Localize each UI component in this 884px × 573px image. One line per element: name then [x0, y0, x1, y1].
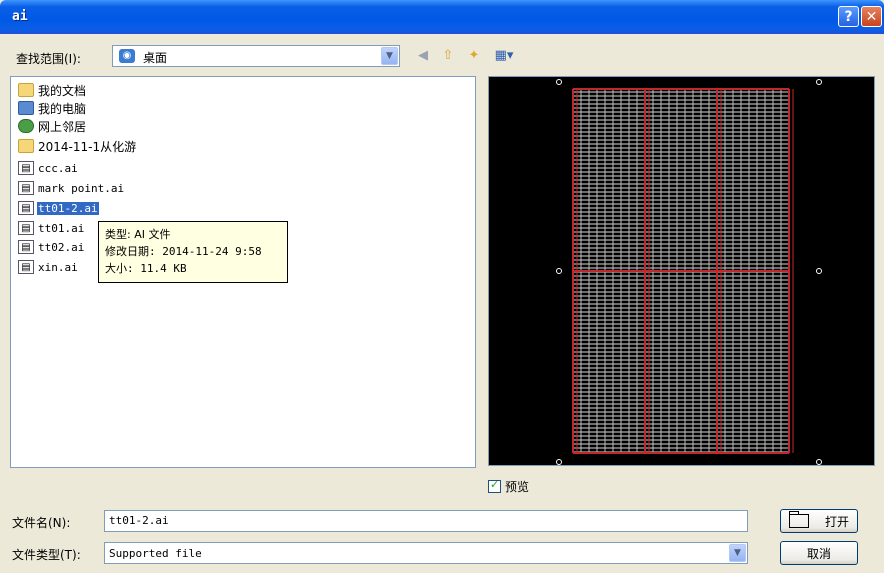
tooltip-type: 类型: AI 文件: [105, 228, 171, 241]
open-folder-icon: [788, 511, 809, 528]
help-icon[interactable]: ?: [838, 6, 859, 27]
chevron-down-icon[interactable]: ▼: [381, 47, 398, 65]
list-item-network[interactable]: 网上邻居: [18, 117, 87, 135]
folder-icon: [18, 83, 34, 97]
filename-field[interactable]: tt01-2.ai: [104, 510, 748, 532]
ai-file-icon: ▤: [18, 240, 34, 254]
ai-file-icon: ▤: [18, 201, 34, 215]
cancel-button-label: 取消: [806, 546, 831, 561]
network-icon: [18, 119, 34, 133]
open-button[interactable]: 打开: [780, 509, 858, 533]
chevron-down-icon[interactable]: ▼: [729, 544, 746, 562]
tooltip-modified: 修改日期: 2014-11-24 9:58: [105, 245, 262, 258]
list-item-label: tt01.ai: [38, 221, 85, 235]
open-button-label: 打开: [824, 514, 849, 529]
preview-image: [556, 79, 822, 465]
list-item-file-selected[interactable]: ▤ tt01-2.ai: [18, 199, 99, 217]
list-item-my-computer[interactable]: 我的电脑: [18, 99, 87, 117]
desktop-icon: ◉: [119, 49, 135, 63]
preview-checkbox[interactable]: 预览: [488, 478, 529, 495]
list-item-label: 我的文档: [38, 83, 87, 98]
look-in-dropdown[interactable]: ◉ 桌面 ▼: [112, 45, 400, 67]
close-icon[interactable]: ✕: [861, 6, 882, 27]
list-item-file[interactable]: ▤ xin.ai: [18, 258, 79, 276]
list-item-label: tt01-2.ai: [37, 201, 99, 215]
list-item-file[interactable]: ▤ mark point.ai: [18, 179, 125, 197]
checkbox-icon[interactable]: [488, 478, 501, 493]
filetype-dropdown[interactable]: Supported file ▼: [104, 542, 748, 564]
list-item-label: mark point.ai: [38, 181, 125, 195]
list-item-label: 网上邻居: [38, 119, 87, 134]
title-bar: ai ? ✕: [0, 0, 884, 34]
window-title: ai: [12, 9, 28, 24]
list-item-my-documents[interactable]: 我的文档: [18, 81, 87, 99]
list-item-folder[interactable]: 2014-11-1从化游: [18, 137, 137, 155]
ai-file-icon: ▤: [18, 221, 34, 235]
tooltip-size: 大小: 11.4 KB: [105, 262, 187, 275]
preview-label: 预览: [505, 480, 530, 494]
folder-icon: [18, 139, 34, 153]
file-info-tooltip: 类型: AI 文件 修改日期: 2014-11-24 9:58 大小: 11.4…: [98, 221, 288, 283]
ai-file-icon: ▤: [18, 181, 34, 195]
computer-icon: [18, 101, 34, 115]
list-item-label: ccc.ai: [38, 161, 78, 175]
list-item-label: xin.ai: [38, 260, 78, 274]
preview-pane: [488, 76, 875, 466]
ai-file-icon: ▤: [18, 260, 34, 274]
filename-label: 文件名(N):: [12, 516, 71, 530]
list-item-file[interactable]: ▤ tt01.ai: [18, 219, 85, 237]
look-in-value: 桌面: [143, 51, 168, 65]
view-menu-icon[interactable]: ▦▾: [491, 48, 517, 64]
new-folder-icon[interactable]: ✦: [465, 48, 483, 64]
back-icon[interactable]: ◀: [414, 48, 432, 64]
list-item-file[interactable]: ▤ ccc.ai: [18, 159, 79, 177]
filetype-label: 文件类型(T):: [12, 548, 81, 562]
look-in-label: 查找范围(I):: [16, 52, 81, 66]
list-item-label: 我的电脑: [38, 101, 87, 116]
up-folder-icon[interactable]: ⇧: [439, 48, 457, 64]
list-item-label: tt02.ai: [38, 240, 85, 254]
list-item-file[interactable]: ▤ tt02.ai: [18, 238, 85, 256]
filetype-value: Supported file: [109, 547, 202, 560]
ai-file-icon: ▤: [18, 161, 34, 175]
cancel-button[interactable]: 取消: [780, 541, 858, 565]
list-item-label: 2014-11-1从化游: [38, 139, 137, 154]
